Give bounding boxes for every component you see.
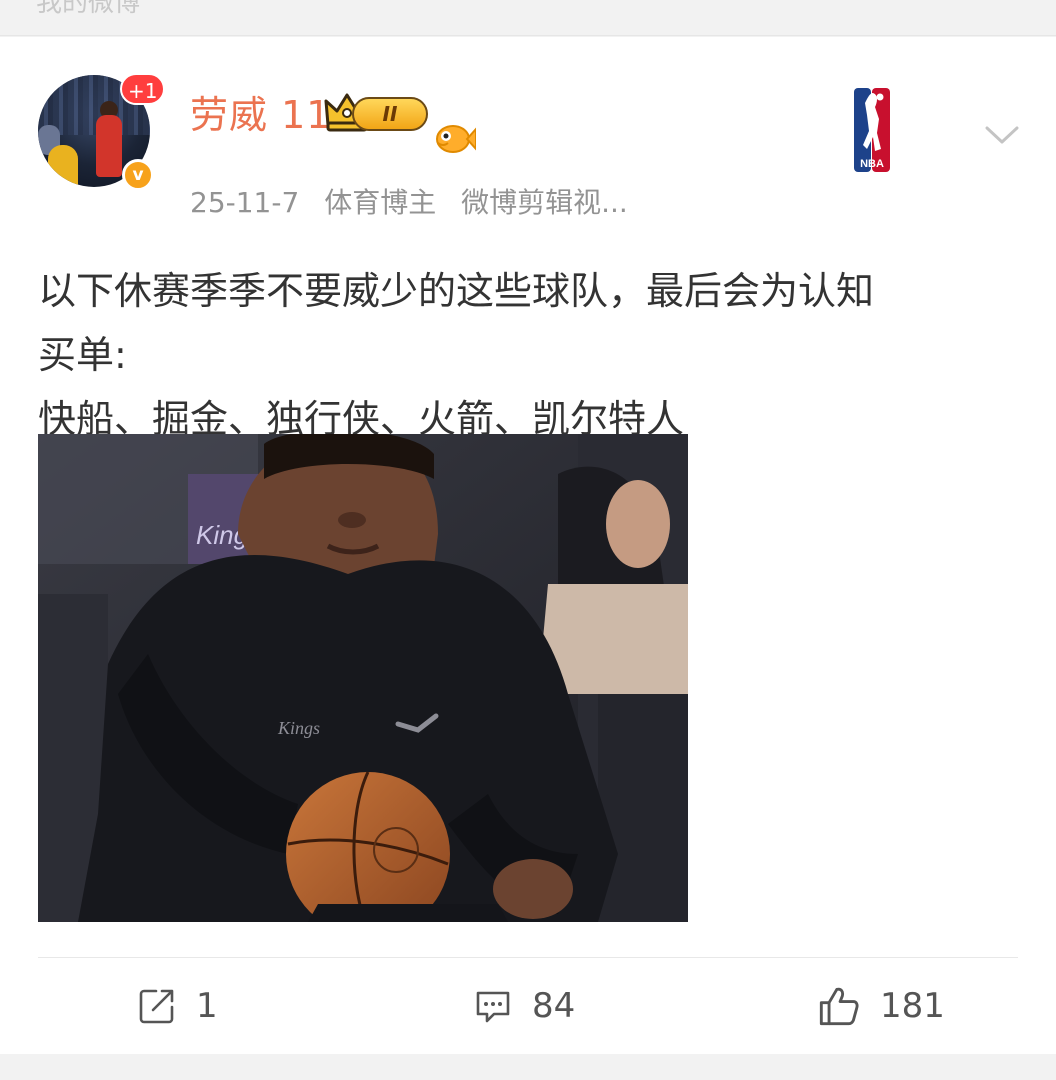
verified-badge: v	[122, 159, 154, 191]
comment-button[interactable]: 84	[474, 981, 575, 1031]
avatar[interactable]: +1 v	[38, 73, 166, 191]
comment-count: 84	[532, 986, 576, 1026]
repost-button[interactable]: 1	[138, 981, 218, 1031]
notification-badge: +1	[120, 73, 166, 105]
post-date: 25-11-7	[190, 186, 300, 219]
like-icon	[819, 987, 859, 1026]
post-text-line: 买单:	[38, 333, 127, 377]
repost-count: 1	[196, 986, 218, 1026]
nba-logo-text: NBA	[860, 158, 884, 170]
fish-icon[interactable]	[434, 121, 476, 155]
author-role: 体育博主	[324, 186, 437, 219]
top-strip-text: 我的微博	[36, 0, 141, 18]
chevron-down-icon[interactable]	[984, 123, 1020, 147]
avatar-player	[96, 115, 122, 177]
jersey-text: Kings	[277, 718, 320, 738]
like-count: 181	[880, 986, 945, 1026]
repost-icon	[139, 989, 174, 1024]
post-text: 以下休赛季季不要威少的这些球队，最后会为认知 买单: 快船、掘金、独行侠、火箭、…	[38, 259, 1028, 451]
bottom-strip	[0, 1054, 1056, 1080]
top-strip: 我的微博	[0, 0, 1056, 36]
post-meta: 25-11-7 体育博主 微博剪辑视...	[190, 183, 644, 223]
actions-divider	[38, 957, 1018, 958]
post-source[interactable]: 微博剪辑视...	[461, 186, 628, 219]
weibo-post-card[interactable]: +1 v 劳威 11 II 25-11-7 体育博主 微博剪辑视... NBA …	[0, 37, 1056, 1054]
comment-icon	[476, 991, 510, 1023]
level-badge[interactable]: II	[352, 97, 428, 131]
nba-logo[interactable]: NBA	[853, 87, 891, 173]
username[interactable]: 劳威 11	[190, 91, 331, 139]
like-button[interactable]: 181	[818, 981, 945, 1031]
post-image[interactable]: Kings Kings	[38, 434, 688, 922]
avatar-fan	[48, 145, 78, 187]
post-text-line: 以下休赛季季不要威少的这些球队，最后会为认知	[38, 269, 875, 313]
